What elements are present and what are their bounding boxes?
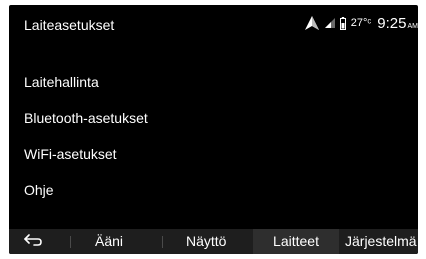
tab-separator: [162, 236, 163, 248]
menu-item-bluetooth-settings[interactable]: Bluetooth-asetukset: [24, 100, 404, 136]
outside-temperature: 27°ᶜ: [350, 17, 372, 29]
tab-devices[interactable]: Laitteet: [253, 229, 339, 254]
page-title: Laiteasetukset: [24, 17, 115, 33]
tab-system[interactable]: Järjestelmä: [345, 229, 417, 254]
phone-battery-icon: [339, 16, 346, 30]
tab-sound[interactable]: Ääni: [95, 229, 123, 254]
navigation-arrow-icon: [304, 15, 320, 31]
settings-menu: Laitehallinta Bluetooth-asetukset WiFi-a…: [24, 64, 404, 208]
menu-item-device-management[interactable]: Laitehallinta: [24, 64, 404, 100]
clock-time: 9:25: [377, 14, 407, 32]
status-bar: 27°ᶜ 9:25 AM: [304, 12, 418, 34]
tab-display[interactable]: Näyttö: [186, 229, 226, 254]
tab-separator: [70, 236, 71, 248]
back-button[interactable]: [24, 229, 48, 254]
back-arrow-icon: [24, 229, 42, 254]
infotainment-screen: Laiteasetukset 27°ᶜ 9:25 AM Laitehallint…: [9, 5, 418, 254]
menu-item-help[interactable]: Ohje: [24, 172, 404, 208]
menu-item-wifi-settings[interactable]: WiFi-asetukset: [24, 136, 404, 172]
clock-ampm: AM: [407, 22, 419, 30]
signal-strength-icon: [324, 18, 335, 28]
bottom-tab-bar: Ääni Näyttö Laitteet Järjestelmä: [9, 229, 418, 254]
